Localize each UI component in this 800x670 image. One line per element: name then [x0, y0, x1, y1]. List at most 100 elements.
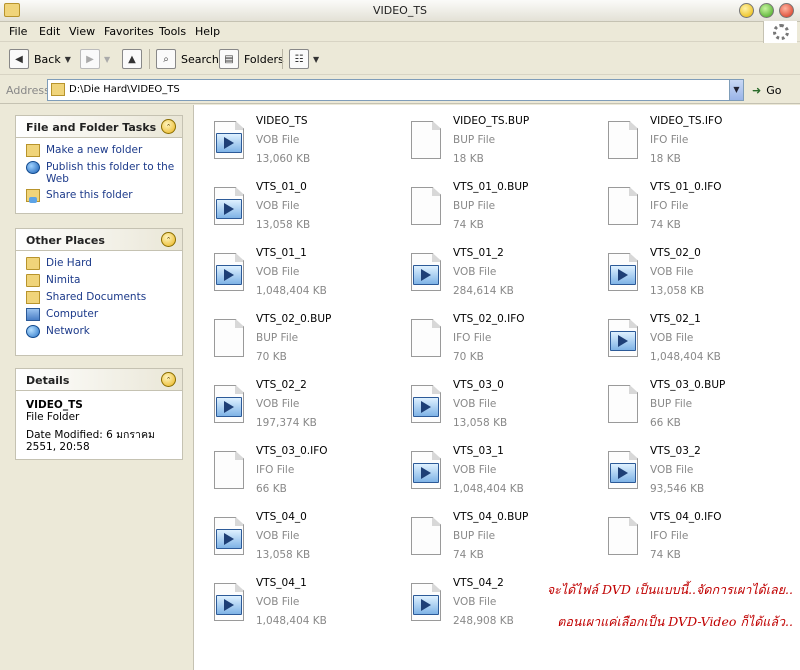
menu-bar: File Edit View Favorites Tools Help — [0, 22, 800, 42]
file-item[interactable]: VTS_04_0.BUP BUP File 74 KB — [401, 511, 591, 571]
file-item[interactable]: VTS_04_1 VOB File 1,048,404 KB — [204, 577, 394, 637]
address-label: Address — [6, 84, 50, 97]
menu-tools[interactable]: Tools — [159, 25, 186, 38]
file-item[interactable]: VTS_02_2 VOB File 197,374 KB — [204, 379, 394, 439]
file-item[interactable]: VTS_02_1 VOB File 1,048,404 KB — [598, 313, 788, 373]
place-computer[interactable]: Computer — [26, 308, 182, 321]
vob-media-file-icon — [411, 451, 443, 491]
file-size: 284,614 KB — [453, 285, 514, 297]
place-die-hard[interactable]: Die Hard — [26, 257, 182, 270]
views-button[interactable]: ☷ ▼ — [289, 47, 319, 71]
place-shared-documents[interactable]: Shared Documents — [26, 291, 182, 304]
file-name: VTS_03_1 — [453, 445, 504, 457]
back-button[interactable]: ◀ Back ▼ — [9, 47, 71, 71]
panel-header[interactable]: File and Folder Tasks ⌃ — [16, 116, 182, 138]
file-item[interactable]: VIDEO_TS.IFO IFO File 18 KB — [598, 115, 788, 175]
file-name: VTS_03_2 — [650, 445, 701, 457]
file-item[interactable]: VTS_01_0.IFO IFO File 74 KB — [598, 181, 788, 241]
annotation-line-1: จะได้ไฟล์ DVD เป็นแบบนี้..จัดการเผาได้เล… — [546, 582, 793, 597]
back-dropdown-icon[interactable]: ▼ — [65, 55, 71, 64]
address-dropdown-icon[interactable]: ▼ — [729, 80, 743, 100]
task-label: Make a new folder — [46, 144, 143, 156]
panel-title: Details — [26, 374, 70, 387]
vob-media-file-icon — [214, 187, 246, 227]
file-item[interactable]: VTS_01_1 VOB File 1,048,404 KB — [204, 247, 394, 307]
file-item[interactable]: VIDEO_TS VOB File 13,060 KB — [204, 115, 394, 175]
file-item[interactable]: VTS_02_0 VOB File 13,058 KB — [598, 247, 788, 307]
menu-favorites[interactable]: Favorites — [104, 25, 154, 38]
close-button[interactable] — [779, 3, 794, 18]
go-label: Go — [766, 84, 782, 97]
file-item[interactable]: VTS_02_0.IFO IFO File 70 KB — [401, 313, 591, 373]
menu-file[interactable]: File — [9, 25, 27, 38]
document-file-icon — [411, 187, 443, 227]
place-network[interactable]: Network — [26, 325, 182, 338]
file-item[interactable]: VTS_03_2 VOB File 93,546 KB — [598, 445, 788, 505]
up-folder-button[interactable]: ▲ — [122, 47, 142, 71]
forward-dropdown-icon[interactable]: ▼ — [104, 55, 110, 64]
file-item[interactable]: VTS_02_0.BUP BUP File 70 KB — [204, 313, 394, 373]
file-type: VOB File — [256, 266, 300, 278]
task-publish-to-web[interactable]: Publish this folder to the Web — [26, 161, 182, 185]
file-name: VTS_04_0 — [256, 511, 307, 523]
file-item[interactable]: VTS_01_2 VOB File 284,614 KB — [401, 247, 591, 307]
maximize-button[interactable] — [759, 3, 774, 18]
menu-edit[interactable]: Edit — [39, 25, 60, 38]
vob-media-file-icon — [214, 583, 246, 623]
task-pane: File and Folder Tasks ⌃ Make a new folde… — [0, 105, 193, 670]
file-type: VOB File — [453, 398, 497, 410]
forward-button[interactable]: ▶ ▼ — [80, 47, 110, 71]
file-item[interactable]: VTS_01_0 VOB File 13,058 KB — [204, 181, 394, 241]
file-type: IFO File — [256, 464, 295, 476]
vob-media-file-icon — [608, 253, 640, 293]
menu-help[interactable]: Help — [195, 25, 220, 38]
file-item[interactable]: VTS_01_0.BUP BUP File 74 KB — [401, 181, 591, 241]
file-type: BUP File — [256, 332, 299, 344]
vob-media-file-icon — [411, 253, 443, 293]
computer-icon — [26, 308, 40, 321]
file-name: VTS_02_0 — [650, 247, 701, 259]
collapse-chevron-icon[interactable]: ⌃ — [161, 372, 176, 387]
place-label: Die Hard — [46, 257, 92, 269]
file-type: VOB File — [453, 266, 497, 278]
minimize-button[interactable] — [739, 3, 754, 18]
file-type: VOB File — [650, 332, 694, 344]
file-item[interactable]: VTS_03_0.BUP BUP File 66 KB — [598, 379, 788, 439]
menu-view[interactable]: View — [69, 25, 95, 38]
file-item[interactable]: VTS_04_0 VOB File 13,058 KB — [204, 511, 394, 571]
place-nimita[interactable]: Nimita — [26, 274, 182, 287]
go-button[interactable]: ➜ Go — [752, 84, 781, 97]
file-item[interactable]: VTS_03_0 VOB File 13,058 KB — [401, 379, 591, 439]
folders-button[interactable]: ▤ Folders — [219, 47, 284, 71]
file-name: VTS_04_1 — [256, 577, 307, 589]
task-make-new-folder[interactable]: Make a new folder — [26, 144, 182, 157]
file-size: 13,058 KB — [256, 549, 311, 561]
file-size: 70 KB — [256, 351, 287, 363]
collapse-chevron-icon[interactable]: ⌃ — [161, 119, 176, 134]
share-folder-icon — [26, 189, 40, 203]
search-button[interactable]: ⌕ Search — [156, 47, 219, 71]
collapse-chevron-icon[interactable]: ⌃ — [161, 232, 176, 247]
file-size: 74 KB — [650, 549, 681, 561]
file-item[interactable]: VTS_04_0.IFO IFO File 74 KB — [598, 511, 788, 571]
file-name: VTS_01_2 — [453, 247, 504, 259]
file-folder-tasks-panel: File and Folder Tasks ⌃ Make a new folde… — [15, 115, 183, 214]
views-dropdown-icon[interactable]: ▼ — [313, 55, 319, 64]
file-item[interactable]: VIDEO_TS.BUP BUP File 18 KB — [401, 115, 591, 175]
up-arrow-icon: ▲ — [122, 49, 142, 69]
file-name: VTS_02_0.IFO — [453, 313, 525, 325]
vob-media-file-icon — [214, 385, 246, 425]
file-size: 197,374 KB — [256, 417, 317, 429]
task-label: Share this folder — [46, 189, 133, 201]
panel-header[interactable]: Other Places ⌃ — [16, 229, 182, 251]
file-type: VOB File — [256, 398, 300, 410]
panel-header[interactable]: Details ⌃ — [16, 369, 182, 391]
file-size: 13,058 KB — [256, 219, 311, 231]
document-file-icon — [608, 385, 640, 425]
address-input[interactable]: D:\Die Hard\VIDEO_TS ▼ — [47, 79, 744, 101]
task-share-folder[interactable]: Share this folder — [26, 189, 182, 203]
file-size: 1,048,404 KB — [650, 351, 721, 363]
address-bar: Address D:\Die Hard\VIDEO_TS ▼ ➜ Go — [0, 76, 800, 104]
file-item[interactable]: VTS_03_0.IFO IFO File 66 KB — [204, 445, 394, 505]
file-item[interactable]: VTS_03_1 VOB File 1,048,404 KB — [401, 445, 591, 505]
